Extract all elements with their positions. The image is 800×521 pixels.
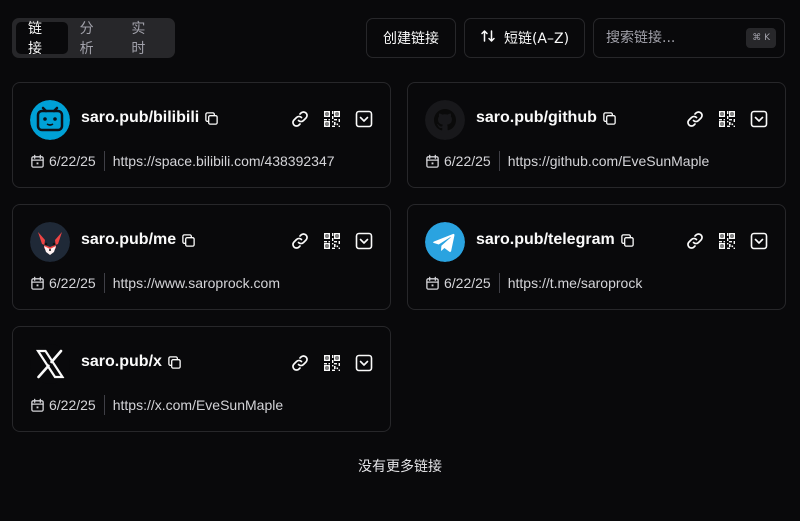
- qr-code-icon[interactable]: [717, 109, 737, 129]
- qr-code-icon[interactable]: [322, 231, 342, 251]
- short-link-slug[interactable]: saro.pub/github: [476, 109, 617, 127]
- copy-icon[interactable]: [204, 111, 219, 126]
- arrow-up-down-icon: [480, 28, 496, 48]
- short-link-slug[interactable]: saro.pub/bilibili: [81, 109, 219, 127]
- tab-links[interactable]: 链接: [16, 21, 68, 57]
- link-meta: 6/22/25 https://t.me/saroprock: [425, 273, 642, 293]
- sort-button[interactable]: 短链(A–Z): [464, 18, 585, 58]
- card-actions: [290, 353, 374, 373]
- slug-text: saro.pub/x: [81, 353, 162, 370]
- qr-code-icon[interactable]: [717, 231, 737, 251]
- short-link-slug[interactable]: saro.pub/me: [81, 231, 196, 249]
- short-link-slug[interactable]: saro.pub/x: [81, 353, 182, 371]
- search-input[interactable]: [606, 30, 747, 46]
- sort-label: 短链(A–Z): [503, 31, 570, 47]
- link-icon[interactable]: [290, 109, 310, 129]
- tab-analytics[interactable]: 分析: [68, 21, 120, 57]
- link-icon[interactable]: [685, 231, 705, 251]
- card-actions: [290, 231, 374, 251]
- search-box: ⌘ K: [593, 18, 785, 58]
- link-card: saro.pub/github 6/22/25 https://github.c…: [407, 82, 786, 188]
- chevron-down-square-icon[interactable]: [749, 231, 769, 251]
- create-link-button[interactable]: 创建链接: [366, 18, 456, 58]
- destination-url[interactable]: https://www.saroprock.com: [113, 275, 280, 291]
- divider: [498, 273, 500, 293]
- github-logo: [425, 100, 465, 140]
- created-date: 6/22/25: [49, 153, 96, 169]
- view-tabs: 链接 分析 实时: [12, 18, 175, 58]
- slug-text: saro.pub/bilibili: [81, 109, 200, 126]
- link-card: saro.pub/telegram 6/22/25 https://t.me/s…: [407, 204, 786, 310]
- short-link-slug[interactable]: saro.pub/telegram: [476, 231, 635, 249]
- chevron-down-square-icon[interactable]: [354, 109, 374, 129]
- no-more-links-text: 没有更多链接: [358, 459, 442, 475]
- chevron-down-square-icon[interactable]: [354, 231, 374, 251]
- link-card: saro.pub/bilibili 6/22/25 https://space.…: [12, 82, 391, 188]
- chevron-down-square-icon[interactable]: [354, 353, 374, 373]
- card-actions: [685, 109, 769, 129]
- fox-avatar: [30, 222, 70, 262]
- bilibili-logo: [30, 100, 70, 140]
- link-card: saro.pub/x 6/22/25 https://x.com/EveSunM…: [12, 326, 391, 432]
- link-card: saro.pub/me 6/22/25 https://www.saroproc…: [12, 204, 391, 310]
- created-date: 6/22/25: [444, 275, 491, 291]
- link-icon[interactable]: [290, 353, 310, 373]
- calendar-icon: [30, 154, 45, 169]
- link-meta: 6/22/25 https://x.com/EveSunMaple: [30, 395, 283, 415]
- slug-text: saro.pub/telegram: [476, 231, 615, 248]
- telegram-logo: [425, 222, 465, 262]
- tab-realtime[interactable]: 实时: [119, 21, 171, 57]
- destination-url[interactable]: https://t.me/saroprock: [508, 275, 643, 291]
- card-actions: [685, 231, 769, 251]
- created-date: 6/22/25: [49, 397, 96, 413]
- divider: [498, 151, 500, 171]
- destination-url[interactable]: https://space.bilibili.com/438392347: [113, 153, 335, 169]
- create-link-label: 创建链接: [383, 31, 439, 47]
- divider: [103, 395, 105, 415]
- link-icon[interactable]: [290, 231, 310, 251]
- calendar-icon: [30, 398, 45, 413]
- link-icon[interactable]: [685, 109, 705, 129]
- chevron-down-square-icon[interactable]: [749, 109, 769, 129]
- copy-icon[interactable]: [167, 355, 182, 370]
- calendar-icon: [425, 154, 440, 169]
- x-logo: [30, 344, 70, 384]
- calendar-icon: [425, 276, 440, 291]
- qr-code-icon[interactable]: [322, 353, 342, 373]
- shortcut-hint: ⌘ K: [746, 28, 776, 48]
- link-meta: 6/22/25 https://www.saroprock.com: [30, 273, 280, 293]
- slug-text: saro.pub/github: [476, 109, 597, 126]
- created-date: 6/22/25: [444, 153, 491, 169]
- link-meta: 6/22/25 https://github.com/EveSunMaple: [425, 151, 709, 171]
- calendar-icon: [30, 276, 45, 291]
- destination-url[interactable]: https://x.com/EveSunMaple: [113, 397, 283, 413]
- link-meta: 6/22/25 https://space.bilibili.com/43839…: [30, 151, 335, 171]
- copy-icon[interactable]: [620, 233, 635, 248]
- card-actions: [290, 109, 374, 129]
- slug-text: saro.pub/me: [81, 231, 177, 248]
- destination-url[interactable]: https://github.com/EveSunMaple: [508, 153, 710, 169]
- qr-code-icon[interactable]: [322, 109, 342, 129]
- divider: [103, 151, 105, 171]
- divider: [103, 273, 105, 293]
- copy-icon[interactable]: [602, 111, 617, 126]
- copy-icon[interactable]: [181, 233, 196, 248]
- created-date: 6/22/25: [49, 275, 96, 291]
